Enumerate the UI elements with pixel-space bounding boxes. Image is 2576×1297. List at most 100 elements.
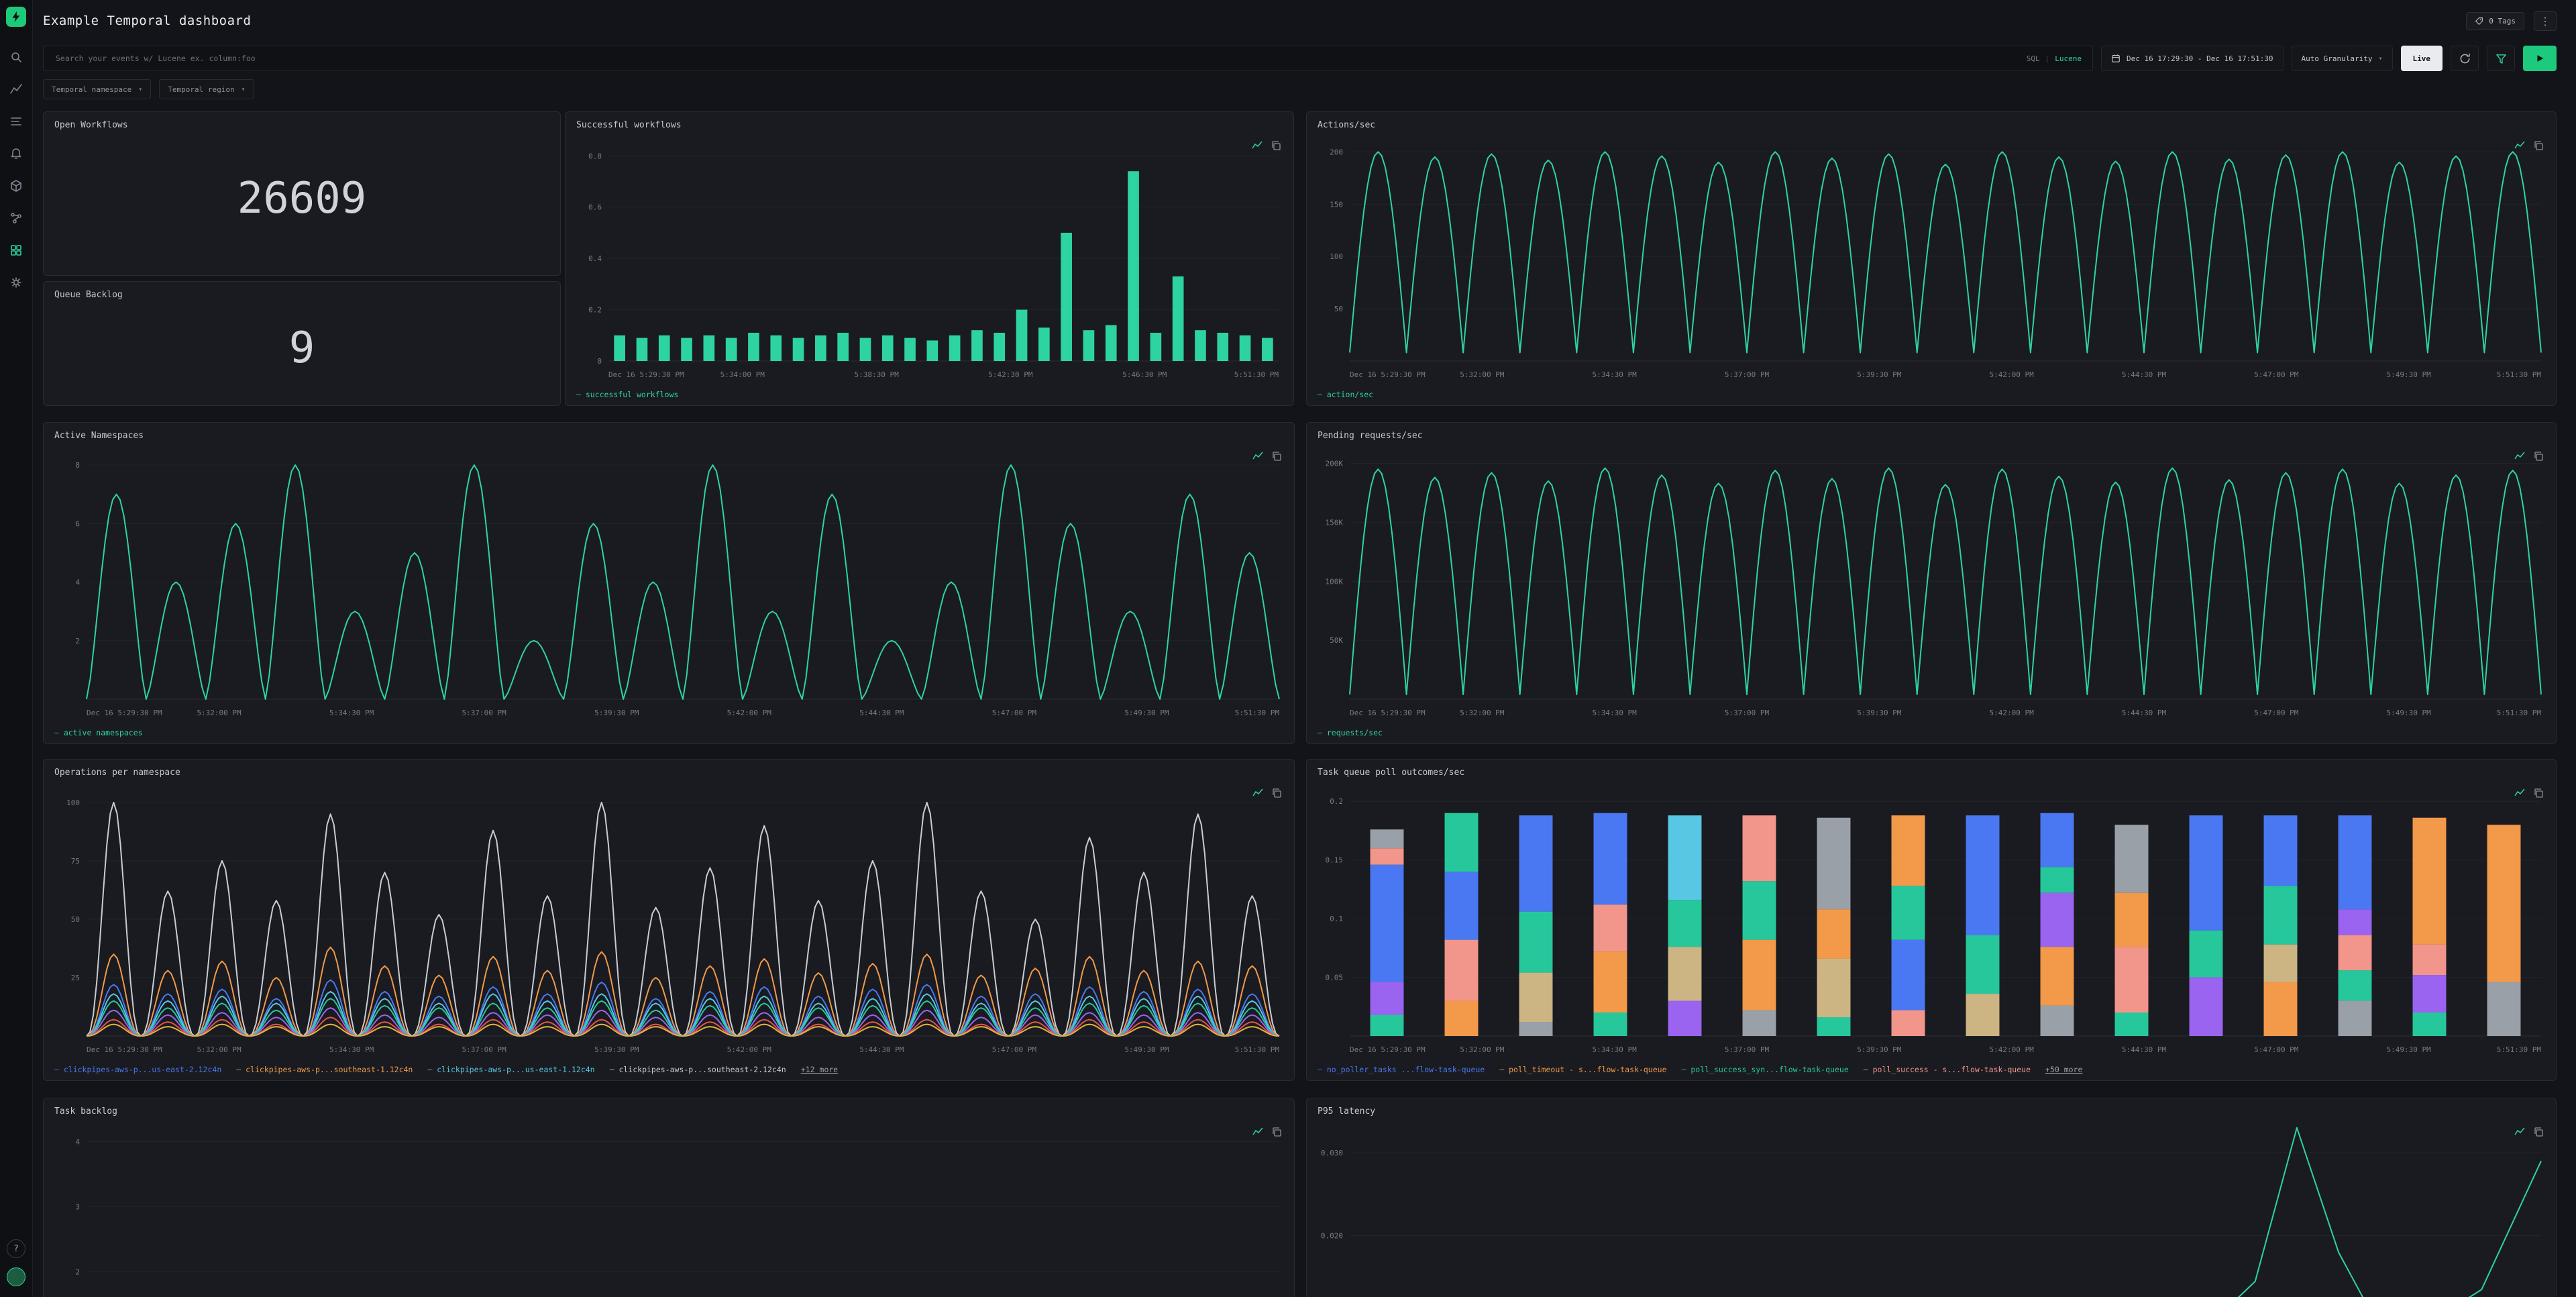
app-logo[interactable] bbox=[6, 7, 26, 27]
sidebar-item-search[interactable] bbox=[9, 50, 23, 64]
line-chart-icon[interactable] bbox=[2514, 1127, 2525, 1137]
refresh-button[interactable] bbox=[2451, 46, 2479, 71]
line-chart-icon[interactable] bbox=[2514, 788, 2525, 798]
sidebar-item-dashboards[interactable] bbox=[9, 243, 23, 258]
stacked-bar-segment bbox=[1371, 1015, 1404, 1036]
copy-icon[interactable] bbox=[1271, 451, 1282, 462]
toolbar: SQL | Lucene Dec 16 17:29:30 - Dec 16 17… bbox=[43, 46, 2557, 71]
x-tick-label: 5:44:30 PM bbox=[2122, 709, 2167, 717]
copy-icon[interactable] bbox=[2533, 1127, 2544, 1137]
line-chart-icon[interactable] bbox=[1252, 451, 1263, 462]
copy-icon[interactable] bbox=[1271, 788, 1282, 798]
panel-active-namespaces: Active Namespaces 8642Dec 16 5:29:30 PM5… bbox=[43, 422, 1295, 744]
stacked-bar-segment bbox=[1445, 940, 1479, 1001]
legend-item[interactable]: — clickpipes-aws-p...southeast-1.12c4n bbox=[236, 1065, 413, 1074]
actions-per-sec-chart[interactable]: 20015010050Dec 16 5:29:30 PM5:32:00 PM5:… bbox=[1307, 112, 2556, 405]
y-tick-label: 100 bbox=[66, 798, 80, 807]
stacked-bar-segment bbox=[2190, 978, 2223, 1036]
sidebar-nav bbox=[9, 50, 23, 1239]
task-backlog-chart[interactable]: 432 bbox=[44, 1098, 1294, 1297]
user-avatar[interactable] bbox=[7, 1267, 25, 1286]
bell-icon bbox=[9, 147, 23, 160]
line-chart-icon[interactable] bbox=[1252, 1127, 1263, 1137]
sidebar-item-settings[interactable] bbox=[9, 275, 23, 290]
legend-item[interactable]: — poll_success - s...flow-task-queue bbox=[1864, 1065, 2031, 1074]
successful-workflows-chart[interactable]: 0.80.60.40.20Dec 16 5:29:30 PM5:34:00 PM… bbox=[566, 112, 1293, 405]
y-tick-label: 4 bbox=[75, 1138, 80, 1147]
task-queue-poll-chart[interactable]: 0.20.150.10.05Dec 16 5:29:30 PM5:32:00 P… bbox=[1307, 760, 2556, 1080]
filter-button[interactable] bbox=[2487, 46, 2515, 71]
legend-item[interactable]: — poll_timeout - s...flow-task-queue bbox=[1499, 1065, 1666, 1074]
help-button[interactable]: ? bbox=[7, 1239, 25, 1258]
filter-temporal-region[interactable]: Temporal region ▾ bbox=[159, 79, 254, 99]
x-tick-label: 5:44:30 PM bbox=[859, 709, 904, 717]
panel-operations-per-namespace: Operations per namespace 100755025Dec 16… bbox=[43, 759, 1295, 1081]
legend-more-link[interactable]: +12 more bbox=[801, 1065, 838, 1074]
run-query-button[interactable] bbox=[2523, 46, 2557, 71]
sidebar-item-chart-explorer[interactable] bbox=[9, 82, 23, 97]
live-button[interactable]: Live bbox=[2401, 46, 2443, 71]
legend-item[interactable]: — clickpipes-aws-p...southeast-2.12c4n bbox=[610, 1065, 786, 1074]
line-chart-icon[interactable] bbox=[2514, 451, 2525, 462]
y-tick-label: 8 bbox=[75, 461, 80, 470]
query-language-toggle[interactable]: SQL | Lucene bbox=[2027, 54, 2082, 63]
chart-canvas: 432 bbox=[44, 1098, 1294, 1297]
copy-icon[interactable] bbox=[2533, 451, 2544, 462]
operations-per-namespace-chart[interactable]: 100755025Dec 16 5:29:30 PM5:32:00 PM5:34… bbox=[44, 760, 1294, 1080]
legend-item[interactable]: — action/sec bbox=[1318, 390, 1373, 399]
legend-item[interactable]: — poll_success_syn...flow-task-queue bbox=[1682, 1065, 1849, 1074]
stacked-bar-segment bbox=[2413, 975, 2447, 1013]
bar bbox=[949, 335, 961, 361]
sidebar-item-alerts[interactable] bbox=[9, 146, 23, 161]
stacked-bar-segment bbox=[1743, 881, 1776, 939]
chevron-down-icon: ▾ bbox=[241, 86, 246, 93]
legend-more-link[interactable]: +50 more bbox=[2045, 1065, 2082, 1074]
x-tick-label: 5:32:00 PM bbox=[197, 709, 241, 717]
legend-item[interactable]: — no_poller_tasks ...flow-task-queue bbox=[1318, 1065, 1485, 1074]
y-tick-label: 3 bbox=[75, 1202, 80, 1211]
lucene-toggle-label[interactable]: Lucene bbox=[2055, 54, 2082, 63]
stacked-bar-segment bbox=[1445, 813, 1479, 872]
x-tick-label: 5:42:00 PM bbox=[727, 709, 772, 717]
granularity-select[interactable]: Auto Granularity ▾ bbox=[2292, 46, 2393, 71]
copy-icon[interactable] bbox=[1271, 1127, 1282, 1137]
sidebar-item-logs[interactable] bbox=[9, 114, 23, 129]
line-chart-icon[interactable] bbox=[1252, 140, 1263, 151]
tags-badge[interactable]: 0 Tags bbox=[2466, 12, 2524, 30]
pending-requests-chart[interactable]: 200K150K100K50KDec 16 5:29:30 PM5:32:00 … bbox=[1307, 423, 2556, 743]
filter-label: Temporal region bbox=[168, 85, 234, 94]
tags-label: 0 Tags bbox=[2489, 17, 2516, 25]
stacked-bar-segment bbox=[1892, 1010, 1925, 1036]
x-tick-label: Dec 16 5:29:30 PM bbox=[1350, 709, 1426, 717]
x-tick-label: 5:42:00 PM bbox=[727, 1045, 772, 1054]
filter-temporal-namespace[interactable]: Temporal namespace ▾ bbox=[43, 79, 151, 99]
stacked-bar-segment bbox=[1371, 865, 1404, 982]
time-range-picker[interactable]: Dec 16 17:29:30 - Dec 16 17:51:30 bbox=[2101, 46, 2284, 71]
legend-item[interactable]: — requests/sec bbox=[1318, 728, 1383, 737]
active-namespaces-chart[interactable]: 8642Dec 16 5:29:30 PM5:32:00 PM5:34:30 P… bbox=[44, 423, 1294, 743]
legend-item[interactable]: — active namespaces bbox=[54, 728, 143, 737]
line-chart-icon[interactable] bbox=[1252, 788, 1263, 798]
legend-item[interactable]: — clickpipes-aws-p...us-east-1.12c4n bbox=[427, 1065, 594, 1074]
sidebar-item-services[interactable] bbox=[9, 178, 23, 193]
copy-icon[interactable] bbox=[2533, 788, 2544, 798]
kebab-menu-button[interactable]: ⋮ bbox=[2534, 11, 2557, 31]
copy-icon[interactable] bbox=[1271, 140, 1281, 151]
line-chart-icon[interactable] bbox=[2514, 140, 2525, 151]
legend-item[interactable]: — successful workflows bbox=[576, 390, 678, 399]
panel-p95-latency: P95 latency 0.0300.0200.010 bbox=[1306, 1098, 2557, 1297]
stacked-bar-segment bbox=[1371, 848, 1404, 864]
cube-icon bbox=[9, 179, 23, 193]
stacked-bar-segment bbox=[1668, 1001, 1702, 1036]
p95-latency-chart[interactable]: 0.0300.0200.010 bbox=[1307, 1098, 2556, 1297]
search-input[interactable] bbox=[54, 53, 2027, 64]
bar bbox=[815, 335, 826, 361]
stacked-bar-segment bbox=[2115, 1013, 2149, 1036]
sidebar-item-traces[interactable] bbox=[9, 211, 23, 225]
calendar-icon bbox=[2111, 54, 2121, 63]
copy-icon[interactable] bbox=[2533, 140, 2544, 151]
time-range-label: Dec 16 17:29:30 - Dec 16 17:51:30 bbox=[2127, 54, 2273, 63]
legend-item[interactable]: — clickpipes-aws-p...us-east-2.12c4n bbox=[54, 1065, 221, 1074]
sql-toggle-label[interactable]: SQL bbox=[2027, 54, 2040, 63]
y-tick-label: 0.2 bbox=[588, 306, 602, 315]
